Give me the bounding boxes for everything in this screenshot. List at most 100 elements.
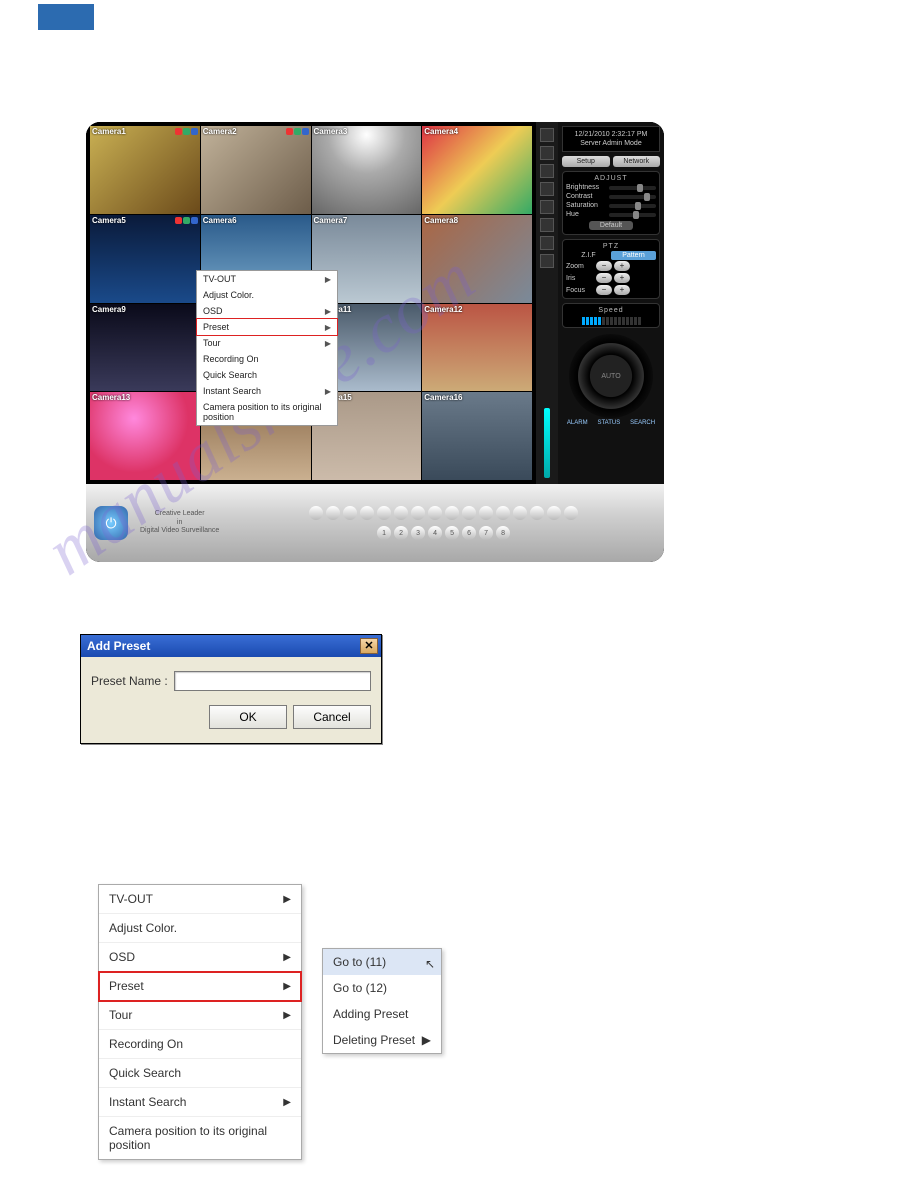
layout-icon[interactable]: [540, 164, 554, 178]
focus-plus[interactable]: +: [614, 285, 630, 295]
channel-button[interactable]: [513, 506, 527, 520]
ptz-down[interactable]: [607, 406, 615, 414]
num-button[interactable]: 1: [377, 526, 391, 540]
iris-minus[interactable]: −: [596, 273, 612, 283]
search-button[interactable]: SEARCH: [630, 420, 655, 426]
layout-icon[interactable]: [540, 200, 554, 214]
iris-plus[interactable]: +: [614, 273, 630, 283]
status-button[interactable]: STATUS: [597, 420, 620, 426]
alarm-button[interactable]: ALARM: [567, 420, 588, 426]
channel-button[interactable]: [360, 506, 374, 520]
num-button[interactable]: 8: [496, 526, 510, 540]
submenu-item[interactable]: Adding Preset: [323, 1001, 441, 1027]
camera-tile[interactable]: Camera1: [90, 126, 200, 214]
ptz-right[interactable]: [641, 372, 649, 380]
speed-panel: Speed: [562, 303, 660, 328]
menu-item[interactable]: Recording On: [197, 351, 337, 367]
menu-item[interactable]: Camera position to its original position: [99, 1117, 301, 1159]
num-button[interactable]: 6: [462, 526, 476, 540]
preset-submenu: ↖ Go to (11)Go to (12)Adding PresetDelet…: [322, 948, 442, 1054]
menu-item[interactable]: Instant Search▶: [99, 1088, 301, 1117]
channel-button[interactable]: [462, 506, 476, 520]
brightness-slider[interactable]: [609, 186, 656, 190]
ptz-left[interactable]: [573, 372, 581, 380]
camera-tile[interactable]: Camera16: [422, 392, 532, 480]
hue-slider[interactable]: [609, 213, 656, 217]
camera-tile[interactable]: Camera5: [90, 215, 200, 303]
num-button[interactable]: 3: [411, 526, 425, 540]
menu-item[interactable]: OSD▶: [197, 303, 337, 319]
default-button[interactable]: Default: [589, 221, 633, 230]
camera-tile[interactable]: Camera4: [422, 126, 532, 214]
channel-button[interactable]: [326, 506, 340, 520]
speed-indicator[interactable]: [566, 317, 656, 325]
menu-item[interactable]: OSD▶: [99, 943, 301, 972]
saturation-slider[interactable]: [609, 204, 656, 208]
credits-text: Creative Leader in Digital Video Surveil…: [140, 510, 219, 535]
ptz-tab-pattern[interactable]: Pattern: [611, 251, 656, 260]
channel-button[interactable]: [479, 506, 493, 520]
menu-item[interactable]: Camera position to its original position: [197, 399, 337, 425]
dvr-window: Camera1 Camera2 Camera3 Camera4 Camera5 …: [86, 122, 664, 562]
submenu-item[interactable]: Go to (12): [323, 975, 441, 1001]
menu-item[interactable]: Adjust Color.: [99, 914, 301, 943]
camera-tile[interactable]: Camera3: [312, 126, 422, 214]
menu-item[interactable]: Recording On: [99, 1030, 301, 1059]
channel-button[interactable]: [411, 506, 425, 520]
layout-selector-strip: [536, 122, 558, 484]
zoom-minus[interactable]: −: [596, 261, 612, 271]
channel-button[interactable]: [309, 506, 323, 520]
layout-icon[interactable]: [540, 236, 554, 250]
channel-button[interactable]: [530, 506, 544, 520]
submenu-item[interactable]: Go to (11): [323, 949, 441, 975]
channel-button[interactable]: [377, 506, 391, 520]
close-button[interactable]: ✕: [360, 638, 378, 654]
num-button[interactable]: 2: [394, 526, 408, 540]
channel-button[interactable]: [343, 506, 357, 520]
menu-item[interactable]: Quick Search: [197, 367, 337, 383]
layout-icon[interactable]: [540, 146, 554, 160]
camera-tile[interactable]: Camera9: [90, 304, 200, 392]
ptz-tab-zif[interactable]: Z.I.F: [566, 251, 611, 260]
menu-item[interactable]: Tour▶: [197, 335, 337, 351]
channel-button[interactable]: [445, 506, 459, 520]
channel-button[interactable]: [547, 506, 561, 520]
contrast-slider[interactable]: [609, 195, 656, 199]
layout-icon[interactable]: [540, 218, 554, 232]
camera-tile[interactable]: Camera8: [422, 215, 532, 303]
preset-name-input[interactable]: [174, 671, 371, 691]
camera-tile[interactable]: Camera12: [422, 304, 532, 392]
channel-button[interactable]: [428, 506, 442, 520]
num-button[interactable]: 7: [479, 526, 493, 540]
cancel-button[interactable]: Cancel: [293, 705, 371, 729]
layout-icon[interactable]: [540, 128, 554, 142]
menu-item[interactable]: Instant Search▶: [197, 383, 337, 399]
channel-button[interactable]: [496, 506, 510, 520]
layout-icon[interactable]: [540, 254, 554, 268]
channel-button[interactable]: [564, 506, 578, 520]
ptz-wheel[interactable]: AUTO: [569, 334, 653, 418]
channel-button[interactable]: [394, 506, 408, 520]
submenu-item[interactable]: Deleting Preset▶: [323, 1027, 441, 1053]
num-button[interactable]: 5: [445, 526, 459, 540]
camera-tile[interactable]: Camera2: [201, 126, 311, 214]
power-button[interactable]: ⏻: [94, 506, 128, 540]
menu-item[interactable]: TV-OUT▶: [99, 885, 301, 914]
focus-minus[interactable]: −: [596, 285, 612, 295]
camera-tile[interactable]: Camera13: [90, 392, 200, 480]
menu-item[interactable]: Adjust Color.: [197, 287, 337, 303]
status-box: 12/21/2010 2:32:17 PM Server Admin Mode: [562, 126, 660, 152]
ptz-up[interactable]: [607, 338, 615, 346]
layout-icon[interactable]: [540, 182, 554, 196]
menu-item[interactable]: Quick Search: [99, 1059, 301, 1088]
menu-item[interactable]: Preset▶: [99, 972, 301, 1001]
menu-item[interactable]: TV-OUT▶: [197, 271, 337, 287]
zoom-plus[interactable]: +: [614, 261, 630, 271]
preset-name-label: Preset Name :: [91, 674, 168, 688]
menu-item[interactable]: Tour▶: [99, 1001, 301, 1030]
num-button[interactable]: 4: [428, 526, 442, 540]
ok-button[interactable]: OK: [209, 705, 287, 729]
setup-button[interactable]: Setup: [562, 156, 610, 167]
network-button[interactable]: Network: [613, 156, 661, 167]
menu-item[interactable]: Preset▶: [196, 318, 338, 336]
